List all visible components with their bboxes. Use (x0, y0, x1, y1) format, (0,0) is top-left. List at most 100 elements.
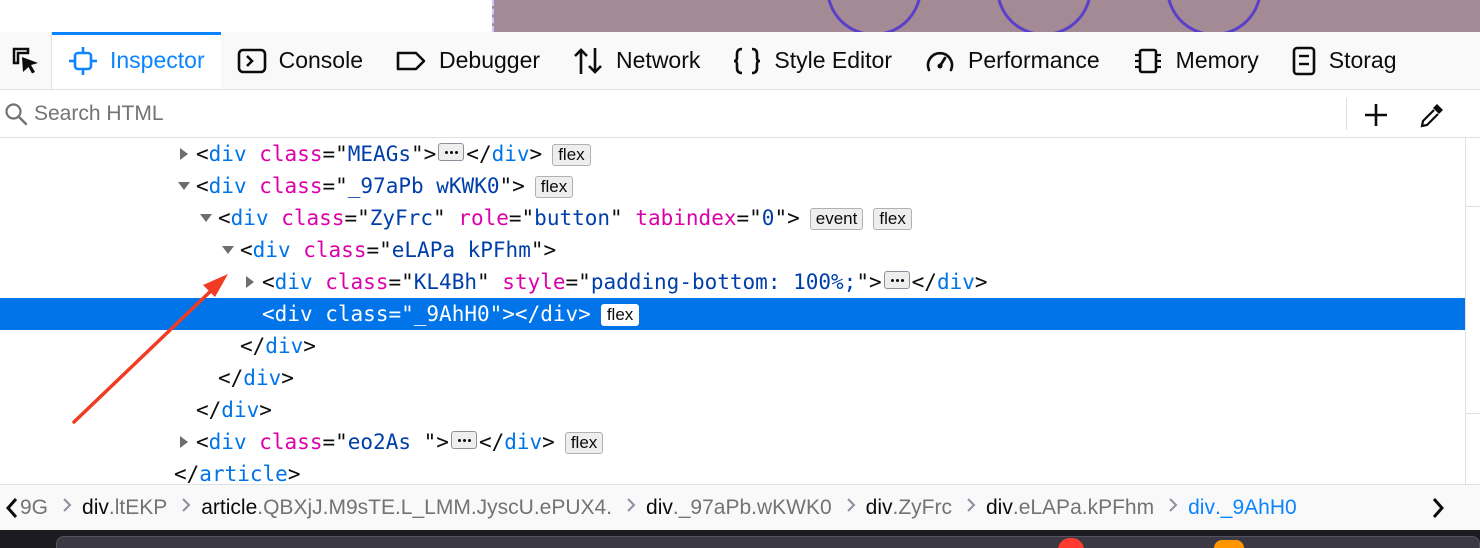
breadcrumb-item[interactable]: 9G (10, 496, 48, 520)
breadcrumb-class: .ltEKP (108, 495, 168, 519)
collapsed-children-button[interactable] (438, 143, 465, 161)
attribute-name: class (325, 302, 389, 326)
breadcrumb-tag: div (82, 495, 109, 519)
markup-punctuation (446, 206, 459, 230)
markup-punctuation: < (196, 430, 209, 454)
breadcrumb-item[interactable]: div ._9AhH0 (1178, 496, 1297, 520)
markup-punctuation: < (262, 270, 275, 294)
expand-twisty-closed-icon[interactable] (176, 426, 192, 458)
attribute-name: role (458, 206, 509, 230)
markup-node-row[interactable]: <div class="MEAGs"> </div> flex (0, 138, 1465, 170)
markup-punctuation: " (432, 206, 446, 230)
flex-badge[interactable]: flex (564, 432, 604, 454)
breadcrumb-class: 9G (20, 495, 49, 519)
search-html-input[interactable] (34, 101, 1334, 126)
markup-node-text: <div class="_97aPb wKWK0"> flex (196, 170, 574, 202)
markup-punctuation (623, 206, 636, 230)
tab-label: Style Editor (774, 47, 892, 73)
tab-style-editor[interactable]: Style Editor (716, 32, 908, 89)
tag-name: div (274, 302, 313, 326)
status-dot (1214, 540, 1244, 548)
markup-punctuation: < (196, 174, 209, 198)
tab-memory[interactable]: Memory (1116, 32, 1275, 89)
element-picker-button[interactable] (0, 32, 52, 89)
markup-punctuation: < (196, 142, 209, 166)
markup-punctuation: " (610, 206, 623, 230)
markup-punctuation (269, 206, 282, 230)
inspector-icon (68, 46, 110, 76)
markup-node-row[interactable]: <div class="_97aPb wKWK0"> flex (0, 170, 1465, 202)
markup-punctuation: > (578, 302, 591, 326)
expand-twisty-closed-icon[interactable] (176, 138, 192, 170)
markup-punctuation: </ (240, 334, 266, 358)
markup-punctuation: =" (322, 430, 348, 454)
breadcrumb-item[interactable]: div ._97aPb.wKWK0 (636, 496, 832, 520)
markup-punctuation (247, 174, 260, 198)
tab-performance[interactable]: Performance (908, 32, 1116, 89)
markup-node-row[interactable]: <div class="eLAPa kPFhm"> (0, 234, 1465, 266)
markup-node-row[interactable]: <div class="KL4Bh" style="padding-bottom… (0, 266, 1465, 298)
breadcrumb-separator-icon (626, 496, 636, 520)
tab-storag[interactable]: Storag (1275, 32, 1413, 89)
breadcrumb: 9G div .ltEKP article .QBXjJ.M9sTE.L_LMM.Jys… (0, 484, 1480, 530)
tag-name: div (208, 430, 247, 454)
flex-badge[interactable]: flex (873, 208, 912, 230)
breadcrumb-separator-icon (966, 496, 976, 520)
sidebar-divider (1466, 413, 1480, 414)
event-badge[interactable]: event (809, 208, 864, 230)
markup-node-text: </div> (218, 362, 294, 394)
breadcrumb-class: .QBXjJ.M9sTE.L_LMM.JyscU.ePUX4. (257, 495, 613, 519)
rules-sidebar (1465, 138, 1480, 484)
markup-punctuation: < (218, 206, 231, 230)
breadcrumb-scroll-right-button[interactable] (1426, 485, 1450, 530)
expand-twisty-open-icon[interactable] (176, 170, 192, 202)
tab-inspector[interactable]: Inspector (52, 32, 221, 89)
expand-twisty-closed-icon[interactable] (242, 266, 258, 298)
collapsed-children-button[interactable] (450, 431, 477, 449)
markup-punctuation: > (436, 430, 449, 454)
tab-label: Debugger (439, 47, 541, 73)
breadcrumb-item[interactable]: div .ltEKP (72, 496, 167, 520)
expand-twisty-open-icon[interactable] (198, 202, 214, 234)
markup-punctuation: =" (322, 142, 348, 166)
markup-node-row[interactable]: <div class="_9AhH0"></div> flex (0, 298, 1465, 330)
tag-name: div (274, 270, 313, 294)
breadcrumb-item[interactable]: article .QBXjJ.M9sTE.L_LMM.JyscU.ePUX4. (191, 496, 612, 520)
markup-node-text: <div class="_9AhH0"></div> flex (262, 298, 640, 330)
attribute-name: class (303, 238, 367, 262)
markup-node-row[interactable]: <div class="eo2As "> </div> flex (0, 426, 1465, 458)
markup-node-row[interactable]: <div class="ZyFrc" role="button" tabinde… (0, 202, 1465, 234)
flex-badge[interactable]: flex (600, 304, 640, 326)
debugger-icon (395, 46, 439, 76)
add-node-button[interactable] (1360, 99, 1392, 131)
breadcrumb-item[interactable]: div .ZyFrc (856, 496, 952, 520)
markup-punctuation: =" (388, 302, 414, 326)
tag-name: div (252, 238, 291, 262)
markup-punctuation: =" (388, 270, 414, 294)
eyedropper-button[interactable] (1416, 99, 1448, 131)
flex-badge[interactable]: flex (534, 176, 574, 198)
markup-punctuation (490, 270, 503, 294)
tab-network[interactable]: Network (556, 32, 716, 89)
breadcrumb-separator-icon (181, 496, 191, 520)
markup-view: <div class="MEAGs"> </div> flex <div class=… (0, 138, 1465, 484)
flex-badge[interactable]: flex (552, 144, 591, 166)
breadcrumb-tag: div (1188, 495, 1215, 519)
markup-node-row[interactable]: </div> (0, 362, 1465, 394)
markup-node-row[interactable]: </div> (0, 330, 1465, 362)
tab-console[interactable]: Console (221, 32, 379, 89)
markup-punctuation: ></ (502, 302, 541, 326)
collapsed-children-button[interactable] (883, 271, 910, 289)
tag-name: div (504, 430, 543, 454)
markup-punctuation: > (259, 398, 272, 422)
tab-label: Network (616, 47, 701, 73)
markup-punctuation: " (489, 302, 503, 326)
tab-debugger[interactable]: Debugger (379, 32, 556, 89)
expand-twisty-open-icon[interactable] (220, 234, 236, 266)
attribute-value: eLAPa kPFhm (391, 238, 531, 262)
breadcrumb-item[interactable]: div .eLAPa.kPFhm (976, 496, 1154, 520)
markup-node-row[interactable]: </article> (0, 458, 1465, 484)
tag-name: div (221, 398, 260, 422)
breadcrumb-class: .eLAPa.kPFhm (1012, 495, 1155, 519)
markup-node-row[interactable]: </div> (0, 394, 1465, 426)
